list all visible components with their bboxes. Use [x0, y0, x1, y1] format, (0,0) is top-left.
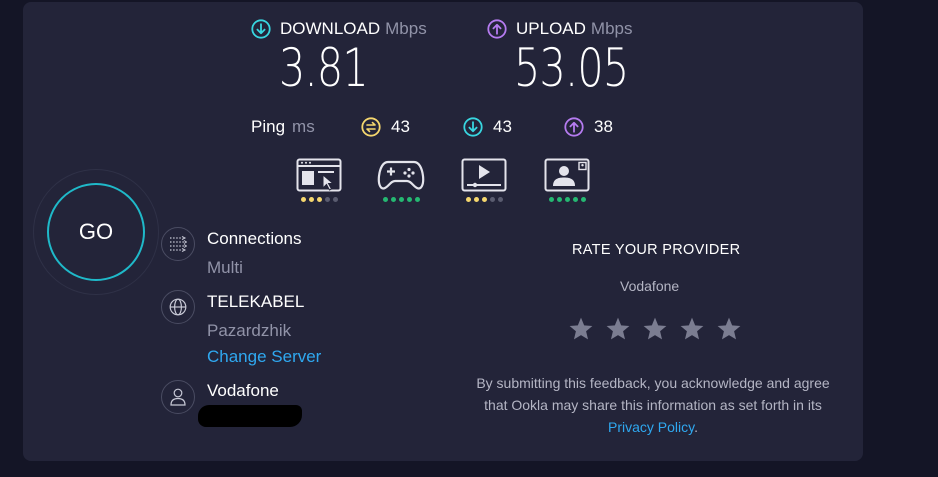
- star-icon[interactable]: [642, 316, 668, 342]
- star-icon[interactable]: [605, 316, 631, 342]
- disclaimer-period: .: [694, 419, 698, 435]
- arrow-up-circle-icon: [487, 19, 507, 39]
- provider-name: Vodafone: [207, 381, 279, 400]
- quality-dot: [398, 197, 404, 202]
- globe-icon: [169, 298, 187, 316]
- star-icon[interactable]: [568, 316, 594, 342]
- upload-unit: Mbps: [590, 19, 633, 38]
- quality-dot: [308, 197, 314, 202]
- connections-icon-circle: [161, 227, 195, 261]
- disclaimer-text: By submitting this feedback, you acknowl…: [476, 375, 830, 413]
- ping-label: Ping: [251, 117, 286, 136]
- feedback-disclaimer: By submitting this feedback, you acknowl…: [463, 372, 843, 438]
- download-unit: Mbps: [385, 19, 427, 38]
- server-name: TELEKABEL: [207, 292, 305, 311]
- quality-dots: [544, 197, 590, 202]
- user-icon: [170, 388, 186, 406]
- go-button-ring: GO: [33, 169, 159, 295]
- connections-icon: [170, 236, 187, 252]
- ping-idle-icon: [361, 117, 381, 137]
- quality-dot: [316, 197, 322, 202]
- server-icon-circle: [161, 290, 195, 324]
- quality-dot: [481, 197, 487, 202]
- go-button[interactable]: GO: [47, 183, 145, 281]
- video-play-icon: [461, 158, 507, 192]
- quality-web-browsing[interactable]: [296, 158, 342, 202]
- ping-upload: 38: [564, 117, 613, 137]
- quality-dots: [296, 197, 342, 202]
- rate-provider-title: RATE YOUR PROVIDER: [572, 242, 741, 258]
- quality-dot: [580, 197, 586, 202]
- download-label: DOWNLOAD: [280, 19, 381, 38]
- quality-dot: [465, 197, 471, 202]
- ping-download: 43: [463, 117, 512, 137]
- change-server-link[interactable]: Change Server: [207, 347, 321, 367]
- quality-dot: [406, 197, 412, 202]
- quality-dots: [377, 197, 425, 202]
- quality-dot: [382, 197, 388, 202]
- quality-gaming[interactable]: [377, 158, 425, 202]
- quality-dot: [473, 197, 479, 202]
- ping-unit: ms: [292, 117, 315, 136]
- privacy-policy-link[interactable]: Privacy Policy: [608, 419, 694, 435]
- download-header: DOWNLOAD Mbps: [251, 19, 427, 39]
- ping-idle: 43: [361, 117, 410, 137]
- gamepad-icon: [377, 160, 425, 190]
- upload-value: 53.05: [514, 38, 629, 99]
- quality-dot: [564, 197, 570, 202]
- quality-dot: [414, 197, 420, 202]
- rating-stars: [568, 316, 742, 342]
- arrow-up-circle-icon: [564, 117, 584, 137]
- upload-header: UPLOAD Mbps: [487, 19, 633, 39]
- quality-dot: [390, 197, 396, 202]
- quality-dot: [497, 197, 503, 202]
- quality-streaming[interactable]: [461, 158, 507, 202]
- ping-upload-value: 38: [594, 117, 613, 136]
- quality-dot: [324, 197, 330, 202]
- quality-video-chat[interactable]: [544, 158, 590, 202]
- star-icon[interactable]: [716, 316, 742, 342]
- upload-label: UPLOAD: [516, 19, 586, 38]
- server-location: Pazardzhik: [207, 321, 292, 340]
- redacted-ip: [198, 405, 302, 427]
- quality-dot: [300, 197, 306, 202]
- browser-icon: [296, 158, 342, 192]
- video-call-icon: [544, 158, 590, 192]
- ping-download-value: 43: [493, 117, 512, 136]
- arrow-down-circle-icon: [463, 117, 483, 137]
- quality-dot: [548, 197, 554, 202]
- quality-dot: [489, 197, 495, 202]
- arrow-down-circle-icon: [251, 19, 271, 39]
- ping-idle-value: 43: [391, 117, 410, 136]
- provider-icon-circle: [161, 380, 195, 414]
- star-icon[interactable]: [679, 316, 705, 342]
- quality-dots: [461, 197, 507, 202]
- quality-dot: [572, 197, 578, 202]
- connections-value: Multi: [207, 258, 243, 277]
- quality-dot: [556, 197, 562, 202]
- quality-dot: [332, 197, 338, 202]
- connections-title: Connections: [207, 229, 302, 248]
- download-value: 3.81: [279, 38, 369, 99]
- ping-label-group: Ping ms: [251, 117, 315, 137]
- rate-provider-name: Vodafone: [620, 278, 680, 294]
